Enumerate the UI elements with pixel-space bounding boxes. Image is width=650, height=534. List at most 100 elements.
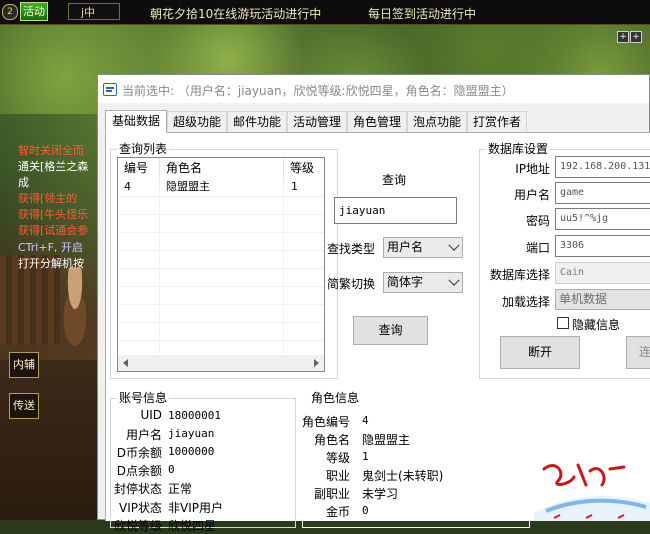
role-level-label: 等级 xyxy=(325,451,350,465)
column-divider xyxy=(283,178,284,354)
scroll-right-icon[interactable] xyxy=(314,359,319,367)
account-user-label: 用户名 xyxy=(125,428,162,442)
row-divider xyxy=(118,268,324,269)
query-list-title: 查询列表 xyxy=(117,142,170,156)
role-name-value: 隐盟盟主 xyxy=(362,433,411,447)
table-cell-level: 1 xyxy=(291,180,298,193)
query-input[interactable]: jiayuan xyxy=(334,197,457,224)
chat-line: 智时关闭全而 xyxy=(18,144,84,157)
account-user-value: jiayuan xyxy=(168,427,215,440)
side-button-neifu[interactable]: 内辅 xyxy=(9,352,39,378)
tab-panel-basic-data: 查询列表 编号 角色名 等级 4 隐盟盟主 1 查询 jiayuan 查找类型 用户… xyxy=(105,132,650,533)
db-select-input: Cain xyxy=(555,262,650,284)
row-divider xyxy=(118,340,324,341)
tab-2[interactable]: 邮件功能 xyxy=(227,111,287,132)
row-divider xyxy=(118,304,324,305)
ground xyxy=(0,360,100,520)
role-no-value: 4 xyxy=(362,414,369,427)
chevron-down-icon xyxy=(448,274,460,286)
connect-button[interactable]: 连 xyxy=(626,336,650,369)
role-job-value: 鬼剑士(未转职) xyxy=(362,469,444,483)
role-name-label: 角色名 xyxy=(313,433,350,447)
tab-0[interactable]: 基础数据 xyxy=(105,110,167,133)
hide-info-label: 隐藏信息 xyxy=(572,318,621,332)
db-port-label: 端口 xyxy=(525,241,550,255)
table-cell-name: 隐盟盟主 xyxy=(166,180,210,193)
uid-value: 18000001 xyxy=(168,409,221,422)
row-divider xyxy=(118,214,324,215)
charset-label: 简繁切换 xyxy=(327,277,376,291)
column-header-id[interactable]: 编号 xyxy=(118,158,160,178)
ban-status-value: 正常 xyxy=(168,482,193,496)
load-select-value: 单机数据 xyxy=(559,292,608,306)
role-gold-label: 金币 xyxy=(325,505,350,519)
marquee-daily-sign: 每日签到活动进行中 xyxy=(368,7,477,21)
table-cell-id: 4 xyxy=(124,180,131,193)
game-top-bar: 2 活动 j中 朝花夕拾10在线游玩活动进行中 每日签到活动进行中 xyxy=(0,0,650,25)
scroll-left-icon[interactable] xyxy=(123,359,128,367)
tool-window: 当前选中: （用户名：jiayuan，欣悦等级:欣悦四星，角色名：隐盟盟主） 基… xyxy=(97,74,650,533)
column-header-name[interactable]: 角色名 xyxy=(160,158,284,178)
expand-icon-2[interactable]: + xyxy=(630,31,642,43)
tab-6[interactable]: 打赏作者 xyxy=(467,111,527,132)
db-settings-title: 数据库设置 xyxy=(486,142,551,156)
row-divider xyxy=(118,322,324,323)
tab-4[interactable]: 角色管理 xyxy=(347,111,407,132)
uid-label: UID xyxy=(140,408,162,422)
row-divider xyxy=(118,196,324,197)
search-type-select[interactable]: 用户名 xyxy=(383,237,463,258)
chat-line: CTrl+F, 开启 xyxy=(18,241,83,254)
marquee-activity-online: 朝花夕拾10在线游玩活动进行中 xyxy=(150,7,322,21)
query-button[interactable]: 查询 xyxy=(353,316,428,345)
row-divider xyxy=(118,286,324,287)
charset-select[interactable]: 简体字 xyxy=(383,272,463,293)
column-divider xyxy=(159,178,160,354)
app-icon xyxy=(103,83,117,96)
chevron-down-icon xyxy=(448,239,460,251)
role-subjob-label: 副职业 xyxy=(313,487,350,501)
load-select-label: 加载选择 xyxy=(501,295,550,309)
tab-1[interactable]: 超级功能 xyxy=(167,111,227,132)
horizontal-scrollbar[interactable] xyxy=(118,355,324,371)
dcoin-value: 1000000 xyxy=(168,445,215,458)
db-port-input[interactable]: 3306 xyxy=(555,235,650,257)
dpoint-value: 0 xyxy=(168,463,175,476)
disconnect-button[interactable]: 断开 xyxy=(500,336,580,369)
role-subjob-value: 未学习 xyxy=(362,487,399,501)
query-label: 查询 xyxy=(382,173,407,187)
warrior-figure xyxy=(55,268,95,358)
dpoint-label: D点余额 xyxy=(116,464,162,478)
activity-button[interactable]: 活动 xyxy=(20,2,48,21)
tab-5[interactable]: 泡点功能 xyxy=(407,111,467,132)
load-select: 单机数据 xyxy=(555,289,650,310)
vip-status-value: 非VIP用户 xyxy=(168,501,223,515)
search-type-label: 查找类型 xyxy=(327,242,376,256)
column-header-level[interactable]: 等级 xyxy=(284,158,324,178)
tab-3[interactable]: 活动管理 xyxy=(287,111,347,132)
ip-input[interactable]: 192.168.200.131 xyxy=(555,156,650,178)
chat-line: 通关[格兰之森 xyxy=(18,160,89,173)
role-job-label: 职业 xyxy=(325,469,350,483)
charset-value: 简体字 xyxy=(387,275,424,289)
role-gold-value: 0 xyxy=(362,504,369,517)
role-info-title: 角色信息 xyxy=(309,391,362,405)
account-info-title: 账号信息 xyxy=(117,391,170,405)
ban-status-label: 封停状态 xyxy=(113,482,162,496)
chat-line: 获得[领主的 xyxy=(18,192,78,205)
expand-icon[interactable]: + xyxy=(617,31,629,43)
query-list-view[interactable]: 编号 角色名 等级 4 隐盟盟主 1 xyxy=(117,157,325,372)
chat-line: 获得[牛头怪乐 xyxy=(18,208,89,221)
side-button-teleport[interactable]: 传送 xyxy=(9,393,39,419)
db-user-input[interactable]: game xyxy=(555,182,650,204)
chat-line: 打开分解机按 xyxy=(18,257,84,270)
chat-line: 成 xyxy=(18,176,29,189)
window-title: 当前选中: （用户名：jiayuan，欣悦等级:欣悦四星，角色名：隐盟盟主） xyxy=(122,84,514,98)
channel-badge: 2 xyxy=(2,4,18,20)
role-no-label: 角色编号 xyxy=(301,415,350,429)
signature-artwork xyxy=(534,463,650,521)
name-field[interactable]: j中 xyxy=(68,3,120,20)
db-password-input[interactable]: uu5!^%jg xyxy=(555,208,650,230)
hide-info-checkbox[interactable] xyxy=(557,317,569,329)
db-password-label: 密码 xyxy=(525,214,550,228)
db-user-label: 用户名 xyxy=(513,188,550,202)
